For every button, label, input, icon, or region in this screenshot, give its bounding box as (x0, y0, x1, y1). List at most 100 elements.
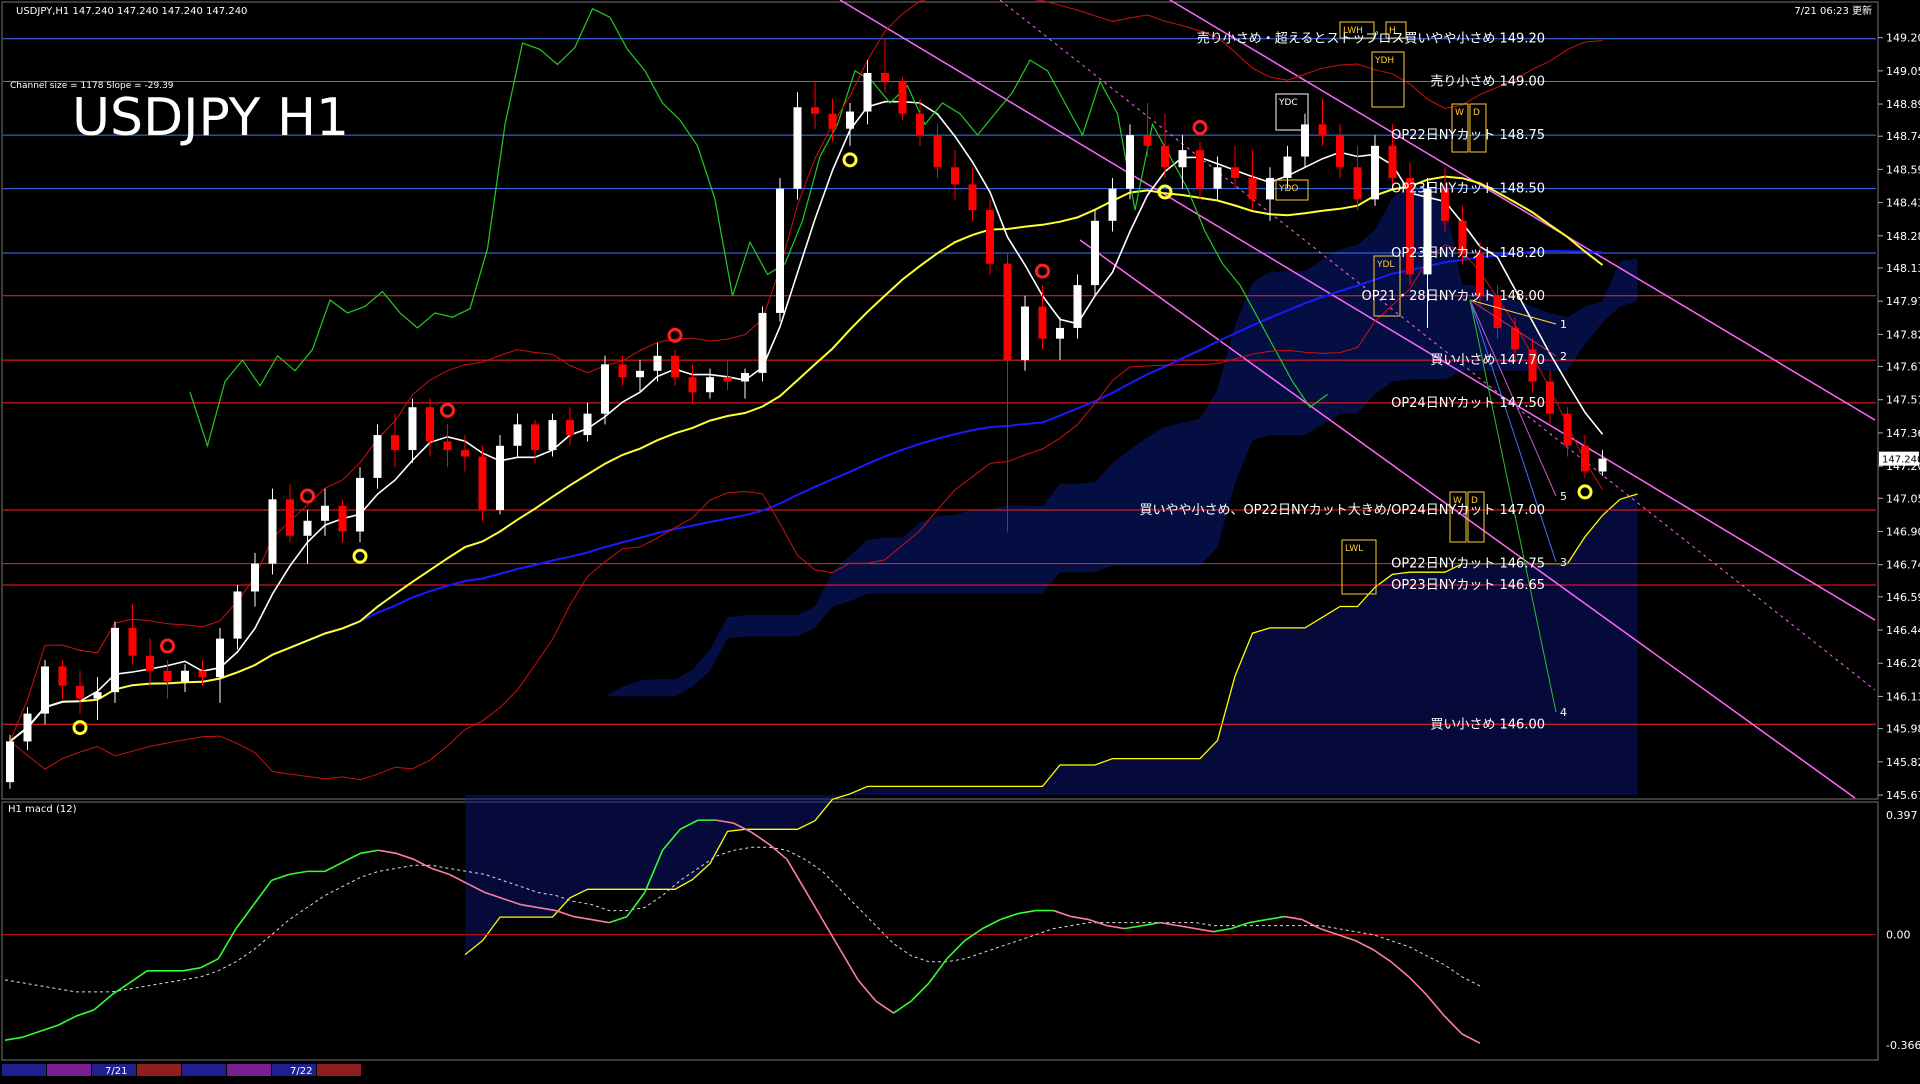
projection-label: 3 (1560, 556, 1567, 569)
candle-body (986, 210, 994, 264)
price-tick-label: 146.900 (1886, 525, 1920, 538)
candle-body (1371, 145, 1379, 200)
candle-body (916, 113, 924, 136)
candle-body (6, 741, 14, 783)
projection-label: 1 (1560, 318, 1567, 331)
range-box-label: W (1455, 108, 1464, 118)
candle-body (496, 445, 504, 511)
time-tick-label: 7/21 (105, 1066, 127, 1077)
candle-body (478, 456, 487, 511)
candle-body (1108, 188, 1117, 221)
candle-body (1143, 135, 1152, 146)
candle-body (1038, 306, 1047, 339)
candle-body (1091, 220, 1099, 286)
macd-title: H1 macd (12) (8, 804, 77, 815)
macd-tick-label: 0.00 (1886, 929, 1911, 942)
candle-body (1388, 145, 1397, 178)
projection-label: 4 (1560, 706, 1567, 719)
candle-body (618, 364, 627, 378)
candle-body (1336, 135, 1344, 168)
price-tick-label: 149.050 (1886, 65, 1920, 78)
candle-body (23, 713, 32, 742)
candle-body (373, 435, 382, 478)
candle-body (1003, 263, 1012, 361)
price-level-label: OP22日NYカット 146.75 (1391, 557, 1545, 572)
range-box-label: YDO (1278, 184, 1299, 194)
candle-body (1283, 156, 1292, 178)
candle-body (933, 135, 942, 168)
macd-tick-label: -0.366 (1886, 1039, 1920, 1052)
symbol-info: USDJPY,H1 147.240 147.240 147.240 147.24… (16, 6, 247, 17)
candle-body (1546, 381, 1554, 414)
candle-body (338, 505, 347, 532)
usdjpy-h1-chart: LWH H YDH W D YDC YDO YDL W D LWL 12534 売り小さめ・超えると… (0, 0, 1920, 1080)
candle-body (1073, 285, 1082, 328)
chart-title: USDJPY H1 (72, 88, 349, 148)
price-level-label: 売り小さめ・超えるとストップロス買いやや小さめ 149.20 (1197, 31, 1545, 47)
candle-body (1598, 458, 1607, 472)
candle-body (601, 364, 609, 414)
candle-body (111, 627, 119, 693)
candle-body (1213, 167, 1222, 189)
price-tick-label: 145.980 (1886, 723, 1920, 736)
session-bar-segment (47, 1064, 91, 1076)
candle-body (531, 424, 539, 451)
price-tick-label: 148.590 (1886, 163, 1920, 176)
candle-body (723, 377, 732, 382)
candle-body (303, 520, 312, 536)
candle-body (793, 107, 802, 189)
candle-body (1318, 124, 1327, 136)
candle-body (1581, 445, 1589, 472)
price-tick-label: 149.205 (1886, 32, 1920, 45)
candle-body (93, 692, 102, 699)
price-level-label: OP23日NYカット 148.20 (1391, 246, 1545, 261)
price-tick-label: 147.975 (1886, 295, 1920, 308)
price-tick-label: 147.515 (1886, 394, 1920, 407)
candle-body (583, 413, 592, 436)
candle-body (548, 420, 557, 451)
price-level-label: 買いやや小さめ、OP22日NYカット大きめ/OP24日NYカット 147.00 (1139, 503, 1545, 518)
price-level-label: OP23日NYカット 146.65 (1391, 578, 1545, 593)
candle-body (671, 355, 679, 378)
candle-body (1126, 135, 1134, 189)
candle-body (1178, 150, 1187, 168)
candle-body (1248, 177, 1257, 200)
candle-body (706, 377, 714, 393)
candle-body (128, 627, 137, 656)
projection-label: 2 (1560, 350, 1567, 363)
range-box-label: YDH (1374, 56, 1394, 66)
session-bar-segment (2, 1064, 46, 1076)
price-tick-label: 147.820 (1886, 328, 1920, 341)
range-box-label: LWL (1345, 544, 1363, 554)
current-price-label: 147.240 (1882, 455, 1920, 466)
price-tick-label: 148.130 (1886, 262, 1920, 275)
candle-body (513, 424, 522, 446)
candle-body (181, 670, 189, 682)
candle-body (321, 505, 329, 521)
price-tick-label: 146.285 (1886, 657, 1920, 670)
candle-body (408, 407, 417, 451)
candle-body (968, 184, 977, 211)
price-tick-label: 146.595 (1886, 591, 1920, 604)
price-tick-label: 148.895 (1886, 98, 1920, 111)
candle-body (881, 72, 889, 82)
candle-body (741, 372, 749, 382)
price-tick-label: 147.670 (1886, 361, 1920, 374)
candle-body (688, 377, 697, 393)
price-tick-label: 145.670 (1886, 789, 1920, 802)
price-level-label: OP21・28日NYカット 148.00 (1362, 289, 1545, 304)
projection-label: 5 (1560, 490, 1567, 503)
range-box-label: YDL (1376, 260, 1394, 270)
candle-body (391, 435, 399, 451)
candle-body (811, 107, 819, 114)
candle-body (198, 670, 207, 678)
candle-body (653, 355, 662, 371)
update-timestamp: 7/21 06:23 更新 (1794, 4, 1872, 17)
price-level-label: OP24日NYカット 147.50 (1391, 396, 1545, 411)
candle-body (758, 312, 767, 373)
time-tick-label: 7/22 (290, 1066, 312, 1077)
candle-body (286, 499, 294, 536)
price-level-label: 売り小さめ 149.00 (1430, 74, 1545, 90)
price-tick-label: 146.440 (1886, 624, 1920, 637)
macd-tick-label: 0.397 (1886, 809, 1918, 822)
